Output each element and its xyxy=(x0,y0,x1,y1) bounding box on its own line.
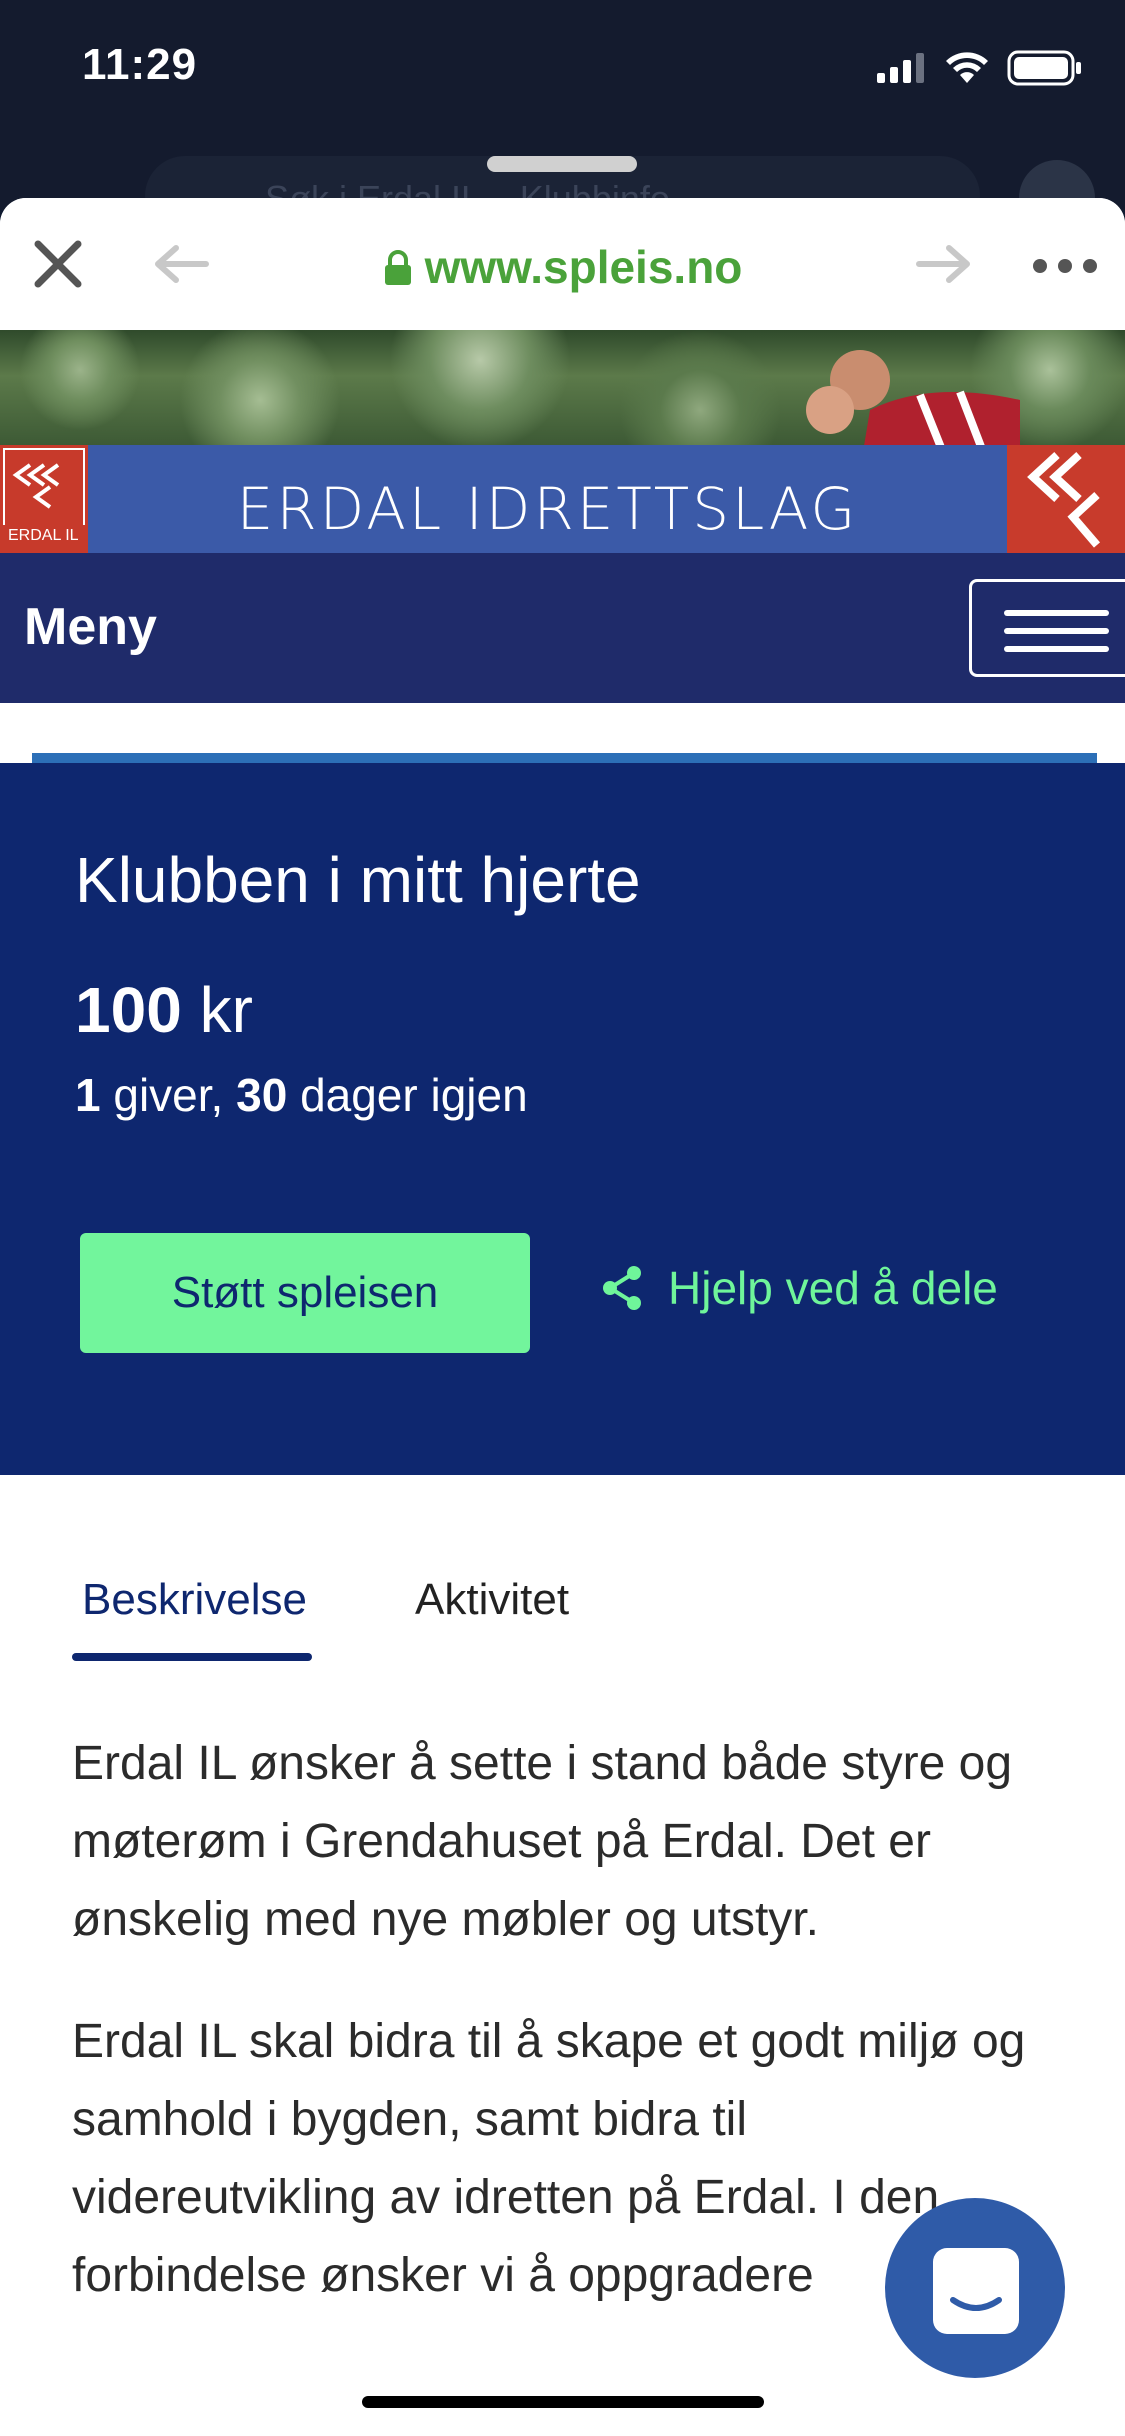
site-menu-bar: Meny xyxy=(0,553,1125,703)
status-icons xyxy=(877,48,1083,88)
sheet-grabber[interactable] xyxy=(487,156,637,172)
amount-unit: kr xyxy=(199,974,253,1046)
share-link-label: Hjelp ved å dele xyxy=(668,1262,998,1314)
cellular-signal-icon xyxy=(877,53,924,83)
more-options-icon[interactable] xyxy=(1030,254,1100,278)
days-left-count: 30 xyxy=(236,1069,288,1121)
chat-launcher-button[interactable] xyxy=(885,2198,1065,2378)
share-icon xyxy=(603,1266,641,1310)
giver-label: giver, xyxy=(113,1069,224,1121)
embed-top-gap xyxy=(0,703,1125,763)
browser-toolbar: www.spleis.no xyxy=(0,198,1125,330)
hamburger-line xyxy=(1004,628,1109,634)
battery-icon xyxy=(1007,50,1081,86)
club-banner-title: ERDAL IDRETTSLAG xyxy=(236,475,859,543)
campaign-stats: 1 giver, 30 dager igjen xyxy=(75,1068,528,1122)
forward-arrow-icon[interactable] xyxy=(915,240,975,288)
menu-label: Meny xyxy=(24,598,157,656)
status-bar: 11:29 xyxy=(0,0,1125,140)
description-paragraph: Erdal IL ønsker å sette i stand både sty… xyxy=(72,1737,1013,1946)
wifi-icon xyxy=(946,52,988,83)
in-app-browser-sheet: www.spleis.no ERDAL IL ERDAL IDRETTSLAG xyxy=(0,198,1125,2436)
status-time: 11:29 xyxy=(82,40,198,89)
active-tab-indicator xyxy=(72,1653,312,1661)
campaign-title: Klubben i mitt hjerte xyxy=(75,844,641,916)
club-logo-right xyxy=(1007,445,1125,553)
club-banner[interactable]: ERDAL IL ERDAL IDRETTSLAG xyxy=(0,445,1125,553)
chat-bubble-icon xyxy=(933,2248,1019,2334)
club-logo-text: ERDAL IL xyxy=(8,527,79,544)
days-left-label: dager igjen xyxy=(300,1069,528,1121)
home-indicator[interactable] xyxy=(362,2396,764,2408)
chat-smile-icon xyxy=(950,2297,1002,2311)
club-logo-left: ERDAL IL xyxy=(0,445,88,553)
campaign-tabs: Beskrivelse Aktivitet xyxy=(0,1475,1125,1685)
club-logo-icon xyxy=(3,448,85,546)
tab-activity[interactable]: Aktivitet xyxy=(415,1575,569,1625)
share-link[interactable]: Hjelp ved å dele xyxy=(600,1261,998,1315)
campaign-card: Klubben i mitt hjerte 100 kr 1 giver, 30… xyxy=(0,763,1125,1475)
hero-image xyxy=(0,330,1125,445)
hamburger-line xyxy=(1004,610,1109,616)
support-campaign-button[interactable]: Støtt spleisen xyxy=(80,1233,530,1353)
hamburger-line xyxy=(1004,646,1109,652)
club-emblem-icon xyxy=(1027,452,1101,548)
amount-value: 100 xyxy=(75,974,182,1046)
url-text: www.spleis.no xyxy=(424,241,743,293)
embed-frame-edge xyxy=(32,753,1097,763)
hamburger-menu-button[interactable] xyxy=(969,579,1125,677)
campaign-amount: 100 kr xyxy=(75,973,253,1047)
lock-icon xyxy=(384,250,411,285)
giver-count: 1 xyxy=(75,1069,101,1121)
tab-description[interactable]: Beskrivelse xyxy=(82,1575,307,1625)
hero-players-image xyxy=(806,350,1020,445)
